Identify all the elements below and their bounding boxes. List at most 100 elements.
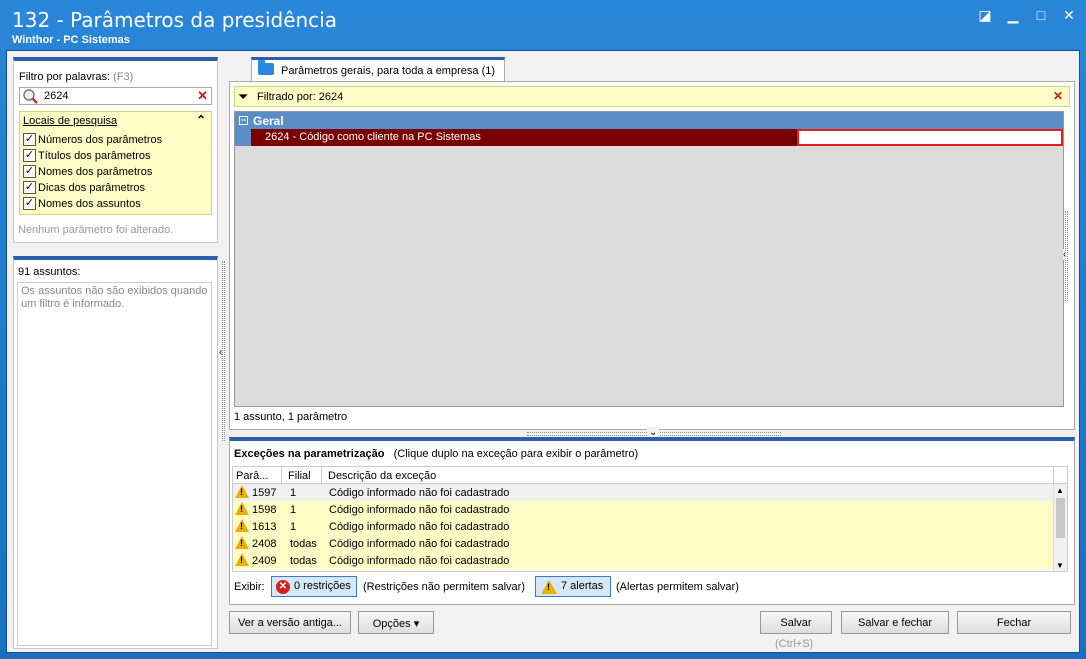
cell-filial: 1 [290,487,297,499]
option-label: Nomes dos assuntos [38,197,141,210]
error-icon: ✕ [276,580,290,594]
restrictions-label: 0 restrições [294,580,351,592]
window-controls: ◪ ▁ □ ✕ [978,8,1076,22]
scroll-up-icon[interactable]: ▲ [1056,486,1064,495]
collapse-group-icon[interactable]: − [239,116,248,125]
window-subtitle: Winthor - PC Sistemas [12,34,130,46]
chevron-left-icon[interactable]: ‹ [219,347,223,358]
cell-filial: todas [290,555,317,567]
cell-desc: Código informado não foi cadastrado [329,521,510,533]
option-nomes[interactable]: ✓ Nomes dos parâmetros [23,165,152,178]
parameter-value-cell[interactable] [797,129,1063,146]
exceptions-heading: Exceções na parametrização (Clique duplo… [234,448,638,460]
warning-icon: ! [235,519,249,532]
app-window: 132 - Parâmetros da presidência Winthor … [0,0,1086,659]
left-splitter[interactable]: ‹ [219,261,227,441]
table-row[interactable]: ! 1598 1 Código informado não foi cadast… [233,501,1057,518]
clear-search-icon[interactable]: ✕ [197,88,208,104]
filter-label: Filtro por palavras: (F3) [19,71,133,83]
column-separator[interactable] [1053,467,1054,484]
exceptions-hint: (Clique duplo na exceção para exibir o p… [393,448,639,460]
exceptions-panel: Exceções na parametrização (Clique duplo… [229,437,1075,605]
search-locations-title[interactable]: Locais de pesquisa [23,115,117,127]
column-header-filial[interactable]: Filial [288,470,311,482]
filter-panel: Filtro por palavras: (F3) ✕ Locais de pe… [13,57,218,243]
parameter-row[interactable]: 2624 - Código como cliente na PC Sistema… [235,129,1063,146]
column-separator[interactable] [281,467,282,484]
exibir-label: Exibir: [234,581,265,593]
search-field[interactable]: ✕ [19,87,212,105]
close-icon[interactable]: ✕ [1062,8,1076,22]
exceptions-title: Exceções na parametrização [234,448,385,460]
subjects-count: 91 assuntos: [18,266,81,278]
checkbox-icon[interactable]: ✓ [23,165,36,178]
tab-label-text: Parâmetros gerais, para toda a empresa [281,65,479,77]
option-assuntos[interactable]: ✓ Nomes dos assuntos [23,197,141,210]
table-row[interactable]: ! 1613 1 Código informado não foi cadast… [233,518,1057,535]
button-label: Opções [372,618,411,630]
exceptions-table: Parâ... Filial Descrição da exceção ! 15… [232,466,1068,572]
table-row[interactable]: ! 1597 1 Código informado não foi cadast… [233,484,1057,501]
table-header: Parâ... Filial Descrição da exceção [233,467,1067,484]
checkbox-icon[interactable]: ✓ [23,181,36,194]
filter-bar-text: Filtrado por: 2624 [257,91,344,103]
tab-parametros-gerais[interactable]: Parâmetros gerais, para toda a empresa (… [251,57,505,81]
parameter-label[interactable]: 2624 - Código como cliente na PC Sistema… [251,129,797,146]
grid-status: 1 assunto, 1 parâmetro [234,411,348,423]
cell-param: 2408 [252,538,277,550]
title-bar[interactable]: 132 - Parâmetros da presidência Winthor … [0,0,1086,48]
cell-param: 1597 [252,487,277,499]
save-and-close-button[interactable]: Salvar e fechar [841,611,949,634]
search-input[interactable] [44,89,194,103]
option-dicas[interactable]: ✓ Dicas dos parâmetros [23,181,145,194]
ver-versao-antiga-button[interactable]: Ver a versão antiga... [229,611,351,634]
column-separator[interactable] [321,467,322,484]
option-numeros[interactable]: ✓ Números dos parâmetros [23,133,162,146]
subjects-list[interactable]: Os assuntos não são exibidos quando um f… [17,282,212,646]
restrictions-toggle-button[interactable]: ✕ 0 restrições [271,576,357,597]
close-button[interactable]: Fechar [957,611,1071,634]
table-row[interactable]: ! 2409 todas Código informado não foi ca… [233,552,1057,569]
warning-icon: ! [541,580,557,594]
clear-filter-icon[interactable]: ✕ [1053,89,1063,103]
checkbox-icon[interactable]: ✓ [23,133,36,146]
checkbox-icon[interactable]: ✓ [23,197,36,210]
table-row[interactable]: ! 2408 todas Código informado não foi ca… [233,535,1057,552]
vertical-scrollbar[interactable]: ▲ ▼ [1053,484,1067,571]
alerts-toggle-button[interactable]: ! 7 alertas [535,576,611,597]
dropdown-arrow-icon: ▾ [413,618,420,630]
minimize-icon[interactable]: ▁ [1006,8,1020,22]
splitter-grip[interactable] [222,261,225,441]
option-titulos[interactable]: ✓ Títulos dos parâmetros [23,149,151,162]
cell-filial: todas [290,538,317,550]
cell-desc: Código informado não foi cadastrado [329,504,510,516]
scroll-down-icon[interactable]: ▼ [1056,561,1064,570]
right-splitter[interactable]: ‹ [1063,211,1071,301]
option-label: Nomes dos parâmetros [38,165,153,178]
checkbox-icon[interactable]: ✓ [23,149,36,162]
group-header[interactable]: − Geral [235,112,1063,129]
chevron-left-icon[interactable]: ‹ [1063,249,1067,260]
maximize-icon[interactable]: □ [1034,8,1048,22]
save-button[interactable]: Salvar [760,611,832,634]
option-label: Dicas dos parâmetros [38,181,145,194]
warning-icon: ! [235,485,249,498]
alerts-label: 7 alertas [561,580,604,592]
scroll-thumb[interactable] [1056,498,1065,538]
cell-filial: 1 [290,504,297,516]
warning-icon: ! [235,536,249,549]
column-header-param[interactable]: Parâ... [236,470,268,482]
restore-icon[interactable]: ◪ [978,8,992,22]
warning-icon: ! [235,502,249,515]
funnel-icon: ⏷ [238,89,249,104]
opcoes-button[interactable]: Opções ▾ [358,611,434,634]
cell-param: 1613 [252,521,277,533]
change-status: Nenhum parâmetro foi alterado. [18,224,174,236]
subjects-panel: 91 assuntos: Os assuntos não são exibido… [13,256,218,649]
tab-pane: ⏷ Filtrado por: 2624 ✕ − Geral 2624 - Có… [229,81,1075,430]
button-label: Salvar [780,617,812,629]
parameter-value-input[interactable] [799,131,1059,144]
column-header-desc[interactable]: Descrição da exceção [328,470,436,482]
cell-desc: Código informado não foi cadastrado [329,487,510,499]
collapse-icon[interactable]: ⌃ [196,113,206,127]
